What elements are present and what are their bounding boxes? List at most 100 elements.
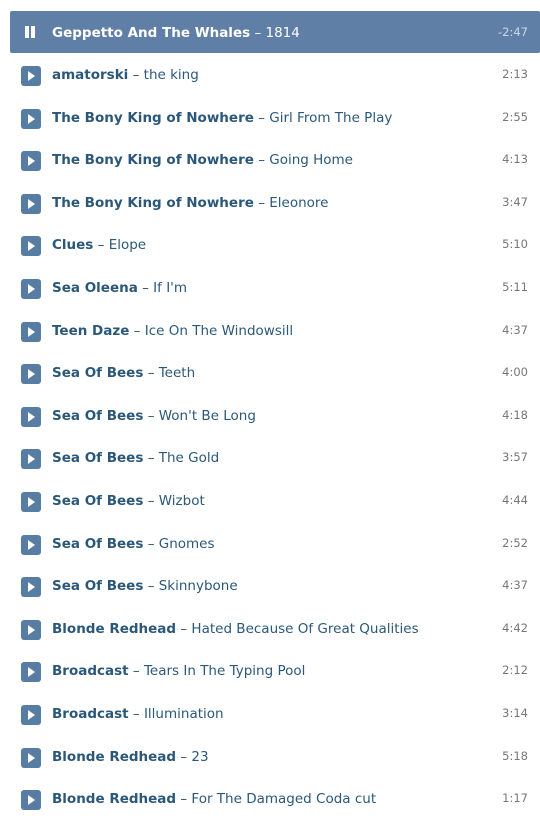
track-artist[interactable]: amatorski xyxy=(52,67,128,83)
play-button[interactable] xyxy=(21,108,41,129)
track-title: Sea Of Bees – Skinnybone xyxy=(52,577,238,595)
track-song[interactable]: Girl From The Play xyxy=(269,110,392,126)
track-artist[interactable]: Broadcast xyxy=(52,706,129,722)
track-title: Sea Of Bees – Won't Be Long xyxy=(52,407,256,425)
track-song[interactable]: 23 xyxy=(191,749,208,765)
track-song[interactable]: Gnomes xyxy=(159,536,215,552)
track-title: Broadcast – Illumination xyxy=(52,705,224,723)
track-song[interactable]: Hated Because Of Great Qualities xyxy=(191,621,418,637)
play-button[interactable] xyxy=(21,66,41,86)
track-artist[interactable]: Sea Oleena xyxy=(52,280,138,296)
play-button[interactable] xyxy=(21,236,41,257)
title-separator: – xyxy=(180,791,188,808)
track-artist[interactable]: Broadcast xyxy=(52,663,129,679)
track-artist[interactable]: Blonde Redhead xyxy=(52,749,176,765)
track-title: Blonde Redhead – 23 xyxy=(52,748,209,766)
track-song[interactable]: Illumination xyxy=(144,706,224,722)
time-remaining[interactable]: -2:47 xyxy=(498,25,528,39)
track-row[interactable]: Blonde Redhead – Hated Because Of Great … xyxy=(10,607,540,650)
title-separator: – xyxy=(147,407,155,424)
track-song[interactable]: The Gold xyxy=(159,450,219,466)
track-artist[interactable]: The Bony King of Nowhere xyxy=(52,110,254,126)
track-duration: 1:17 xyxy=(502,791,528,806)
track-row[interactable]: Sea Of Bees – The Gold 3:57 xyxy=(10,436,540,479)
track-row[interactable]: Sea Of Bees – Skinnybone 4:37 xyxy=(10,564,540,607)
play-button[interactable] xyxy=(21,662,41,683)
now-playing-row[interactable]: Geppetto And The Whales – 1814 -2:47 xyxy=(10,11,540,53)
now-playing-title: Geppetto And The Whales – 1814 xyxy=(52,24,300,42)
track-title: The Bony King of Nowhere – Eleonore xyxy=(52,194,328,212)
track-duration: 4:44 xyxy=(502,492,528,507)
track-song[interactable]: Won't Be Long xyxy=(159,408,256,424)
track-song[interactable]: Elope xyxy=(109,237,146,253)
play-button[interactable] xyxy=(21,364,41,385)
track-row[interactable]: The Bony King of Nowhere – Girl From The… xyxy=(10,96,540,139)
track-song[interactable]: Ice On The Windowsill xyxy=(145,323,293,339)
play-button[interactable] xyxy=(21,577,41,598)
play-button[interactable] xyxy=(21,534,41,555)
track-duration: 4:37 xyxy=(502,578,528,593)
track-row[interactable]: Sea Of Bees – Teeth 4:00 xyxy=(10,351,540,394)
play-button[interactable] xyxy=(21,406,41,427)
track-duration: 2:52 xyxy=(502,535,528,550)
track-row[interactable]: Broadcast – Illumination 3:14 xyxy=(10,692,540,735)
track-artist[interactable]: Sea Of Bees xyxy=(52,450,143,466)
track-row[interactable]: Sea Of Bees – Gnomes 2:52 xyxy=(10,522,540,565)
track-row[interactable]: Blonde Redhead – For The Damaged Coda cu… xyxy=(10,777,540,820)
pause-button[interactable] xyxy=(24,24,44,44)
track-artist[interactable]: Blonde Redhead xyxy=(52,791,176,807)
play-button[interactable] xyxy=(21,278,41,299)
play-button[interactable] xyxy=(21,619,41,640)
play-button[interactable] xyxy=(21,193,41,214)
track-row[interactable]: Sea Oleena – If I'm 5:11 xyxy=(10,266,540,309)
track-row[interactable]: Clues – Elope 5:10 xyxy=(10,223,540,266)
track-song[interactable]: Wizbot xyxy=(159,493,205,509)
track-song[interactable]: the king xyxy=(144,67,199,83)
play-button[interactable] xyxy=(21,491,41,512)
track-song[interactable]: Teeth xyxy=(159,365,195,381)
play-button[interactable] xyxy=(21,321,41,342)
play-button[interactable] xyxy=(21,747,41,768)
track-row[interactable]: Blonde Redhead – 23 5:18 xyxy=(10,735,540,778)
track-artist[interactable]: The Bony King of Nowhere xyxy=(52,152,254,168)
track-title: The Bony King of Nowhere – Girl From The… xyxy=(52,109,392,127)
track-artist[interactable]: Teen Daze xyxy=(52,323,129,339)
track-artist[interactable]: Sea Of Bees xyxy=(52,578,143,594)
track-title: Broadcast – Tears In The Typing Pool xyxy=(52,662,305,680)
track-row[interactable]: The Bony King of Nowhere – Going Home 4:1… xyxy=(10,138,540,181)
track-row[interactable]: Sea Of Bees – Won't Be Long 4:18 xyxy=(10,394,540,437)
track-title: Sea Of Bees – Teeth xyxy=(52,364,195,382)
track-song[interactable]: Skinnybone xyxy=(159,578,238,594)
play-button[interactable] xyxy=(21,151,41,172)
track-artist[interactable]: The Bony King of Nowhere xyxy=(52,195,254,211)
track-duration: 3:57 xyxy=(502,450,528,465)
track-row[interactable]: amatorski – the king 2:13 xyxy=(10,53,540,96)
play-button[interactable] xyxy=(21,704,41,725)
track-duration: 5:11 xyxy=(502,279,528,294)
track-duration: 2:12 xyxy=(502,663,528,678)
track-title: The Bony King of Nowhere – Going Home xyxy=(52,151,353,169)
track-song[interactable]: Tears In The Typing Pool xyxy=(144,663,305,679)
track-row[interactable]: Teen Daze – Ice On The Windowsill 4:37 xyxy=(10,309,540,352)
track-artist[interactable]: Sea Of Bees xyxy=(52,408,143,424)
title-separator: – xyxy=(180,620,188,637)
track-title: Blonde Redhead – Hated Because Of Great … xyxy=(52,620,419,638)
title-separator: – xyxy=(258,109,265,126)
track-artist[interactable]: Clues xyxy=(52,237,93,253)
play-button[interactable] xyxy=(21,449,41,470)
track-row[interactable]: The Bony King of Nowhere – Eleonore 3:47 xyxy=(10,181,540,224)
track-artist[interactable]: Sea Of Bees xyxy=(52,493,143,509)
now-playing-artist[interactable]: Geppetto And The Whales xyxy=(52,25,250,41)
track-artist[interactable]: Sea Of Bees xyxy=(52,536,143,552)
track-row[interactable]: Broadcast – Tears In The Typing Pool 2:12 xyxy=(10,649,540,692)
track-song[interactable]: For The Damaged Coda cut xyxy=(191,791,376,807)
play-button[interactable] xyxy=(21,790,41,811)
track-song[interactable]: Eleonore xyxy=(269,195,328,211)
track-song[interactable]: Going Home xyxy=(269,152,353,168)
track-row[interactable]: Sea Of Bees – Wizbot 4:44 xyxy=(10,479,540,522)
track-duration: 4:37 xyxy=(502,322,528,337)
track-song[interactable]: If I'm xyxy=(153,280,187,296)
now-playing-song[interactable]: 1814 xyxy=(265,25,299,41)
track-artist[interactable]: Blonde Redhead xyxy=(52,621,176,637)
track-artist[interactable]: Sea Of Bees xyxy=(52,365,143,381)
